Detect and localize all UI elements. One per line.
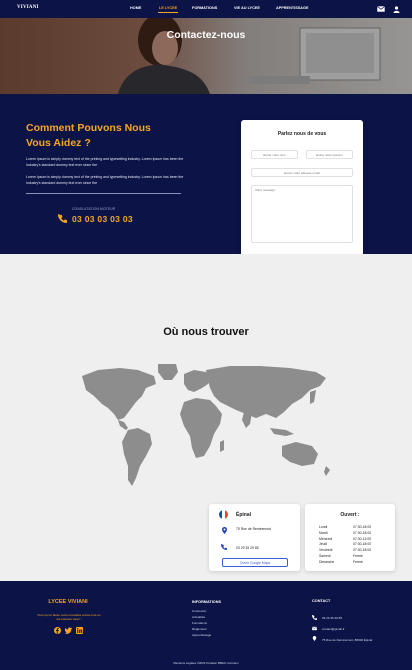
email-input[interactable]: [251, 168, 353, 177]
footer-contact-title: CONTACT: [312, 599, 331, 603]
divider: [26, 193, 181, 194]
facebook-icon[interactable]: [54, 627, 61, 634]
footer-brand: LYCEE VIVIANI: [48, 599, 88, 605]
location-pin-icon: [312, 636, 317, 641]
active-nav-underline: [158, 12, 178, 13]
hours-row: Jeudi 07:30-18:00: [319, 542, 383, 547]
contact-paragraph: Lorem Ipsum is simply dummy text of the …: [26, 175, 184, 185]
nav-item-formations[interactable]: FORMATIONS: [192, 6, 217, 10]
hours-row: Mercredi 07:30-12:00: [319, 537, 383, 542]
hours-row: Mardi 07:30-18:00: [319, 531, 383, 536]
nav-item-home[interactable]: HOME: [130, 6, 141, 10]
hours-time: 07:30-18:00: [353, 548, 372, 553]
message-input[interactable]: [251, 185, 353, 243]
footer-link[interactable]: Formations: [192, 621, 207, 625]
hours-day: Jeudi: [319, 542, 328, 547]
footer-address: 75 Rue de Remiremont, 88000 Épinal: [322, 638, 373, 642]
phone-icon: [312, 615, 317, 620]
hours-day: Vendredi: [319, 548, 333, 553]
hours-row: Samedi Fermé: [319, 554, 383, 559]
hours-title: Ouvert :: [340, 512, 360, 518]
world-map: [82, 364, 330, 486]
footer-link[interactable]: Actualités: [192, 615, 205, 619]
nav-item-vie-au-lycee[interactable]: VIE AU LYCEE: [234, 6, 260, 10]
hours-time: Fermé: [353, 559, 363, 564]
hours-time: Fermé: [353, 554, 363, 558]
nav-item-apprentissage[interactable]: APPRENTISSAGE: [276, 6, 309, 10]
hours-time: 07:30-18:00: [353, 525, 372, 529]
footer-info-title: INFORMATIONS: [192, 600, 222, 604]
hours-day: Lundi: [319, 525, 328, 529]
hours-time: 07:30-18:00: [353, 542, 372, 547]
mail-icon: [312, 626, 317, 631]
hours-row: Dimanche Fermé: [319, 560, 383, 565]
hours-day: Dimanche: [319, 559, 335, 564]
consultation-label: CONSULTATION MOTEUR: [72, 207, 116, 211]
firstname-input[interactable]: [306, 150, 353, 159]
phone-icon: [58, 214, 67, 223]
twitter-icon[interactable]: [65, 627, 72, 634]
linkedin-icon[interactable]: [76, 627, 83, 634]
mail-icon[interactable]: [377, 6, 385, 12]
hours-row: Vendredi 07:30-18:00: [319, 548, 383, 553]
hours-row: Lundi 07:30-18:00: [319, 525, 383, 530]
contact-paragraph: Lorem Ipsum is simply dummy text of the …: [26, 157, 184, 167]
footer-phone[interactable]: 03 29 35 29 85: [322, 616, 342, 620]
user-icon[interactable]: [393, 6, 400, 13]
footer-email[interactable]: contact@gmail.fr: [322, 627, 345, 631]
phone-icon: [221, 544, 227, 550]
location-address: 75 Rue de Remiremont: [236, 527, 272, 531]
hours-day: Mardi: [319, 530, 328, 535]
contact-heading: Comment Pouvons Nous Vous Aidez ?: [26, 122, 151, 149]
footer-bottom-bar: Mentions Légales ©2023 Création BMHC rec…: [173, 661, 239, 665]
lastname-input[interactable]: [251, 150, 298, 159]
hours-day: Mercredi: [319, 536, 333, 541]
top-navbar: VIVIANI HOME LE LYCEE FORMATIONS VIE AU …: [0, 0, 412, 18]
footer: [0, 581, 412, 670]
location-city: Épinal: [236, 512, 252, 518]
location-phone[interactable]: 03 29 35 29 85: [236, 546, 259, 550]
nav-item-le-lycee[interactable]: LE LYCEE: [159, 6, 177, 10]
footer-link[interactable]: Connexion: [192, 609, 206, 613]
brand-logo[interactable]: VIVIANI: [17, 5, 39, 10]
map-title: Où nous trouver: [163, 326, 249, 338]
hours-time: 07:30-12:00: [353, 536, 372, 541]
form-title: Parlez nous de vous: [277, 131, 327, 137]
hours-day: Samedi: [319, 554, 331, 558]
open-google-maps-button[interactable]: Ouvrir Google Maps: [222, 558, 288, 567]
page-title: Contactez-nous: [166, 29, 246, 41]
footer-slogan: Pour qu'on fasse notre nouvelles entrée …: [37, 613, 101, 621]
france-flag-icon: [219, 510, 228, 519]
hours-time: 07:30-18:00: [353, 530, 372, 535]
location-pin-icon: [222, 527, 227, 534]
footer-link[interactable]: Règlement: [192, 627, 207, 631]
footer-link[interactable]: Apprentissage: [192, 633, 211, 637]
consultation-number[interactable]: 03 03 03 03 03: [72, 214, 133, 224]
